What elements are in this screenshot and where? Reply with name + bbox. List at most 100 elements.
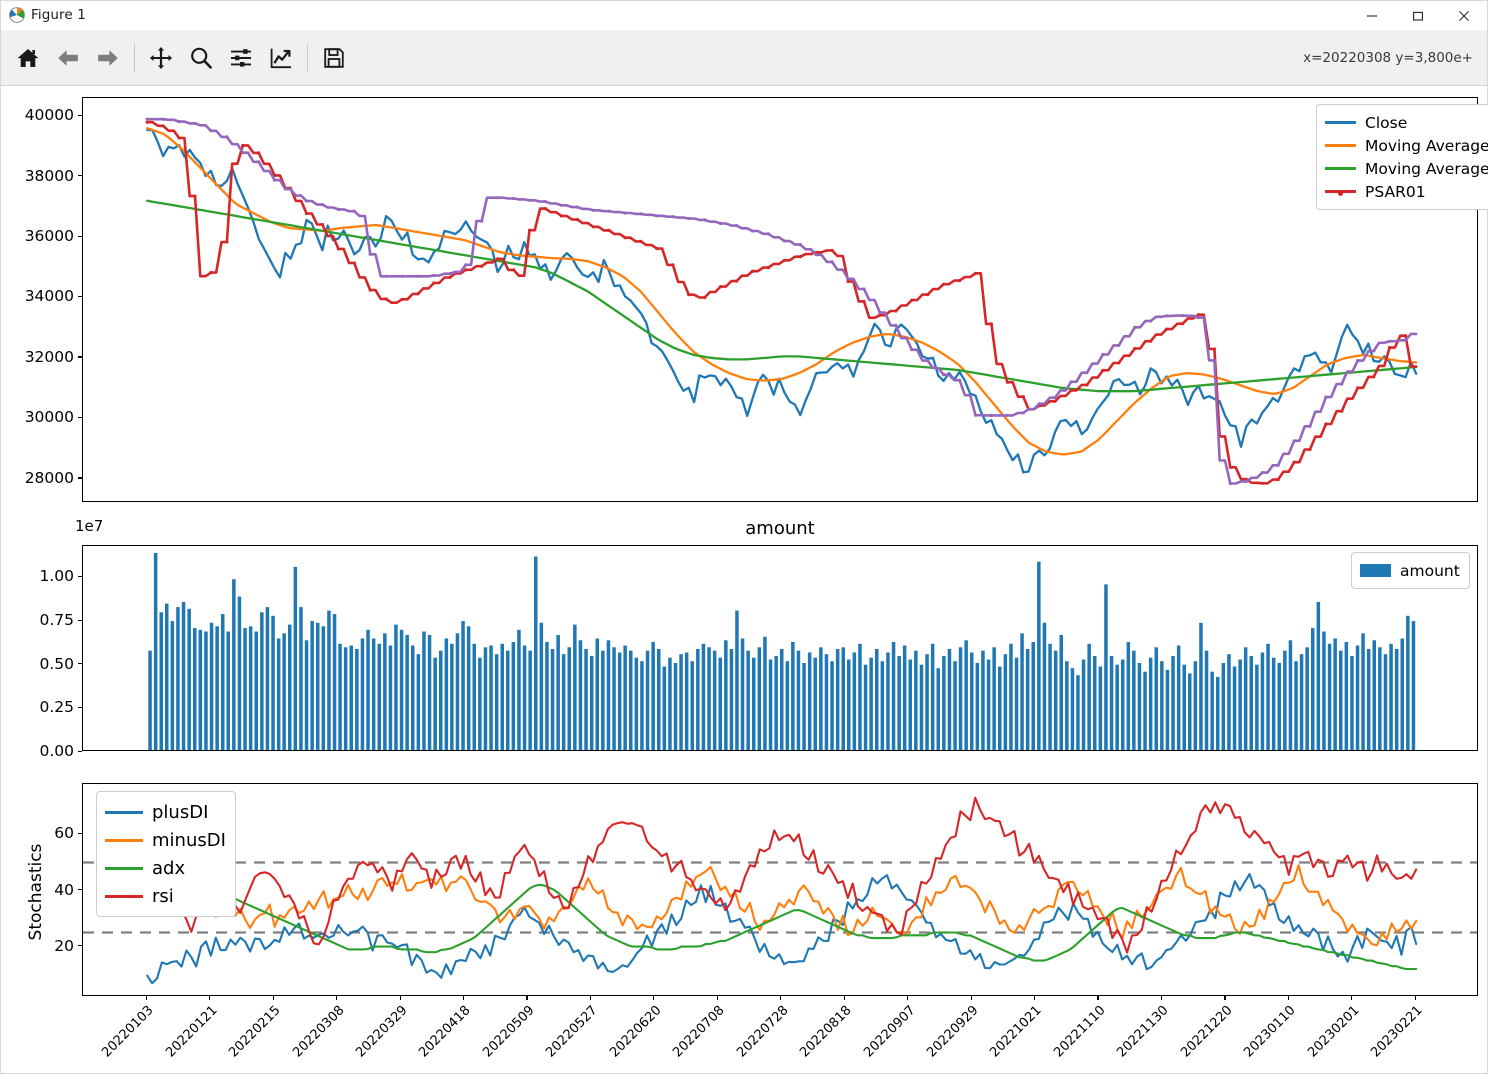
amount-bar [1411,621,1416,750]
amount-bar [897,656,901,750]
legend-label: Moving Average60 [1365,159,1488,178]
zoom-icon[interactable] [184,41,218,75]
y-tick-mark [78,832,82,835]
amount-bar [1327,643,1332,750]
amount-bar [891,642,896,750]
amount-bar [735,610,739,750]
amount-bar [875,649,879,750]
legend-label: amount [1400,561,1460,580]
amount-bar [1333,638,1337,750]
series-PSAR01 [145,120,1418,485]
price-legend[interactable]: Close Moving Average10 Moving Average60 PSA… [1316,104,1488,210]
amount-bar [679,654,683,750]
legend-item: PSAR01 [1325,180,1488,203]
amount-bar [1081,659,1086,750]
y-tick-label: 0.00 [39,742,74,760]
amount-bar [785,661,790,750]
x-tick-mark [1351,996,1353,1000]
amount-title: amount [745,518,815,539]
amount-bar [724,640,728,750]
home-icon[interactable] [11,41,45,75]
x-tick-mark [970,996,972,1000]
amount-y-offset-text: 1e7 [75,517,104,535]
forward-arrow-icon[interactable] [91,41,125,75]
amount-legend[interactable]: amount [1351,552,1470,589]
back-arrow-icon[interactable] [51,41,85,75]
amount-bar [645,650,650,750]
amount-bar [824,654,829,750]
amount-bar [623,645,627,750]
amount-bar [606,640,611,750]
amount-bar [159,612,163,750]
amount-bar [528,650,532,750]
legend-item: rsi [105,882,226,910]
amount-bar [1344,642,1349,750]
minimize-button[interactable] [1349,1,1395,30]
subplots-config-icon[interactable] [224,41,258,75]
save-icon[interactable] [317,41,351,75]
amount-bar [494,654,499,750]
amount-bar [248,626,253,750]
amount-bar [399,629,404,750]
amount-bar [1031,642,1035,750]
amount-bar [1243,647,1248,750]
amount-axes[interactable] [82,545,1478,751]
legend-item: plusDI [105,798,226,826]
amount-bar [701,643,706,750]
y-tick-mark [78,619,82,621]
amount-bar [1003,654,1008,750]
amount-bar [1098,666,1103,750]
edit-curve-icon[interactable] [264,41,298,75]
legend-item: Moving Average10 [1325,134,1488,157]
legend-line-swatch [105,810,143,814]
amount-bar [1037,561,1041,750]
stochastics-y-label: Stochastics [26,843,46,941]
amount-bar [165,603,169,750]
amount-bar [1210,671,1214,750]
pan-icon[interactable] [144,41,178,75]
close-button[interactable] [1441,1,1487,30]
amount-bar [427,635,432,750]
amount-bar [936,668,940,750]
amount-bar [1087,643,1091,750]
legend-line-swatch [1325,190,1356,196]
amount-bar [634,657,639,750]
y-tick-label: 28000 [24,468,74,487]
legend-label: plusDI [152,801,209,823]
amount-bar [366,629,370,750]
amount-bar [914,650,918,750]
y-tick-label: 0.25 [39,698,74,717]
amount-bar [919,664,924,750]
amount-bar [807,652,812,750]
window-controls [1349,1,1487,29]
y-tick-label: 32000 [24,347,74,366]
amount-bar [1137,663,1142,750]
amount-bar [712,650,717,750]
legend-line-swatch [1325,121,1356,124]
amount-bar [1020,633,1024,750]
stochastics-legend[interactable]: plusDI minusDI adx rsi [96,791,236,917]
amount-bar [338,643,342,750]
x-tick-mark [843,996,845,1000]
amount-bar [757,647,762,750]
amount-bar [612,647,616,750]
amount-bar [662,666,667,750]
amount-bar [170,621,175,750]
stochastics-axes[interactable] [82,783,1478,996]
amount-bar [405,635,409,750]
y-tick-mark [78,114,82,116]
amount-bar [1406,615,1410,750]
legend-label: PSAR01 [1365,182,1426,201]
legend-marker [1338,190,1343,196]
amount-bar [321,626,326,750]
amount-bar [388,645,393,750]
amount-bar [852,652,857,750]
price-axes[interactable] [82,97,1478,502]
amount-bar [668,657,672,750]
amount-bar [148,650,152,750]
amount-bar [556,635,560,750]
amount-bar [690,661,694,750]
amount-bar [1165,669,1170,750]
maximize-button[interactable] [1395,1,1441,30]
amount-bar [243,628,247,750]
